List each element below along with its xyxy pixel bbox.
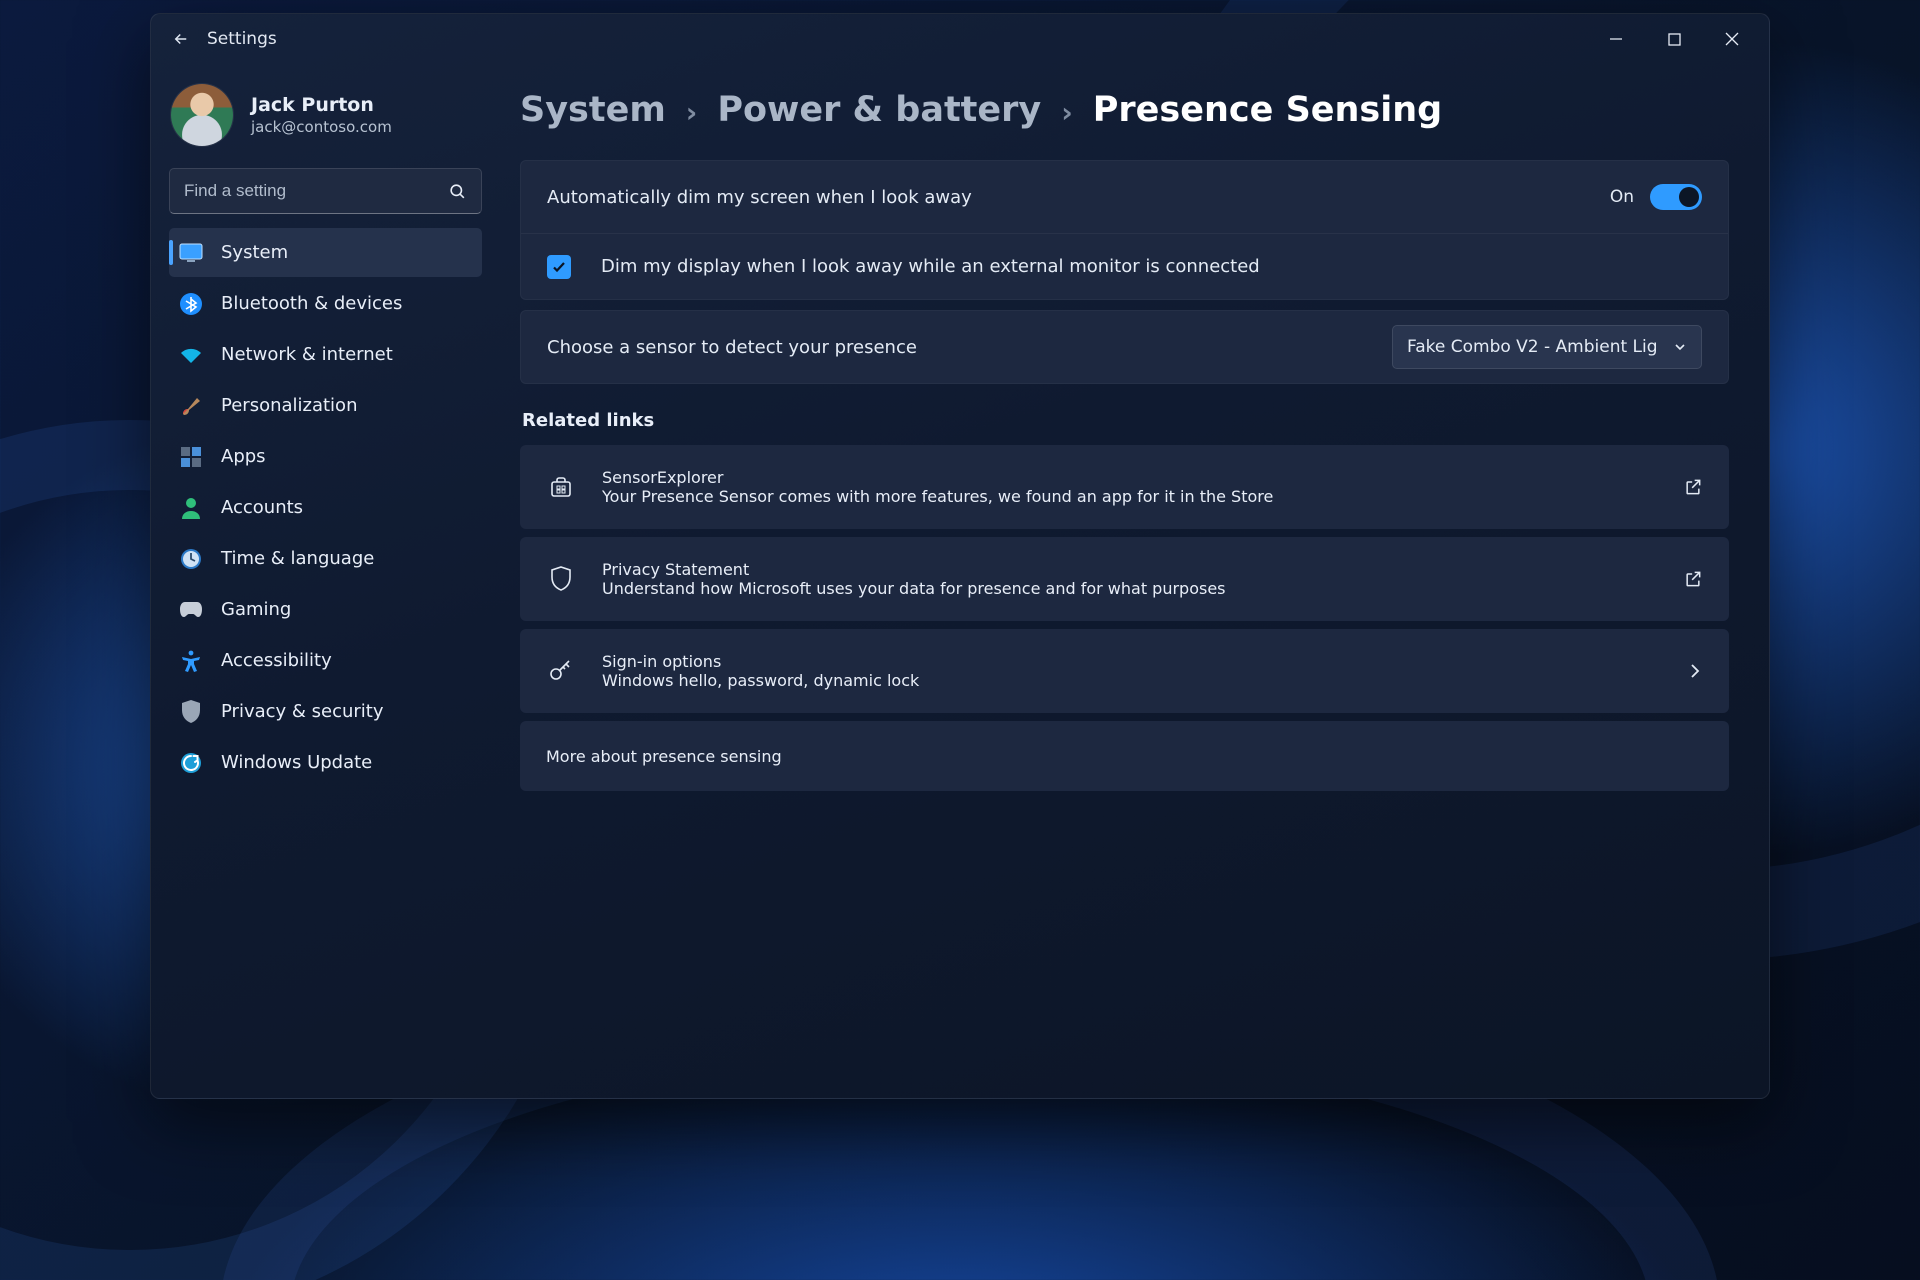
link-more-about[interactable]: More about presence sensing <box>520 721 1729 791</box>
display-icon <box>179 241 203 265</box>
checkbox-dim-external[interactable] <box>547 255 571 279</box>
chevron-down-icon <box>1673 340 1687 354</box>
related-links-heading: Related links <box>522 410 1729 431</box>
store-icon <box>546 475 576 499</box>
wifi-icon <box>179 343 203 367</box>
toggle-state: On <box>1610 187 1634 207</box>
nav-label: Accessibility <box>221 650 332 671</box>
nav-item-time-language[interactable]: Time & language <box>169 534 482 583</box>
link-title: Privacy Statement <box>602 560 1226 579</box>
close-icon <box>1725 32 1739 46</box>
breadcrumb-current: Presence Sensing <box>1093 90 1442 130</box>
main-content: System › Power & battery › Presence Sens… <box>496 64 1769 1098</box>
link-sign-in-options[interactable]: Sign-in options Windows hello, password,… <box>520 629 1729 713</box>
nav-label: Network & internet <box>221 344 393 365</box>
minimize-button[interactable] <box>1587 17 1645 61</box>
nav-item-windows-update[interactable]: Windows Update <box>169 738 482 787</box>
clock-icon <box>179 547 203 571</box>
shield-outline-icon <box>546 566 576 592</box>
brush-icon <box>179 394 203 418</box>
link-desc: Your Presence Sensor comes with more fea… <box>602 487 1273 506</box>
dropdown-value: Fake Combo V2 - Ambient Lig <box>1407 337 1658 357</box>
profile-email: jack@contoso.com <box>251 118 392 136</box>
back-button[interactable] <box>165 23 197 55</box>
titlebar: Settings <box>151 14 1769 64</box>
window-title: Settings <box>207 29 277 49</box>
breadcrumb-power[interactable]: Power & battery <box>717 90 1041 130</box>
setting-label: Choose a sensor to detect your presence <box>547 337 917 358</box>
setting-dim-away: Automatically dim my screen when I look … <box>521 161 1728 233</box>
nav-item-bluetooth[interactable]: Bluetooth & devices <box>169 279 482 328</box>
open-external-icon <box>1683 569 1703 589</box>
nav-label: Accounts <box>221 497 303 518</box>
accessibility-icon <box>179 649 203 673</box>
chevron-right-icon: › <box>1061 96 1073 129</box>
sidebar: Jack Purton jack@contoso.com System Blue… <box>151 64 496 1098</box>
setting-label: Automatically dim my screen when I look … <box>547 187 972 208</box>
toggle-dim-away[interactable] <box>1650 184 1702 210</box>
sensor-dropdown[interactable]: Fake Combo V2 - Ambient Lig <box>1392 325 1702 369</box>
nav-item-personalization[interactable]: Personalization <box>169 381 482 430</box>
apps-icon <box>179 445 203 469</box>
nav-item-gaming[interactable]: Gaming <box>169 585 482 634</box>
search-box[interactable] <box>169 168 482 214</box>
chevron-right-icon <box>1687 663 1703 679</box>
link-desc: Windows hello, password, dynamic lock <box>602 671 919 690</box>
settings-card: Automatically dim my screen when I look … <box>520 160 1729 300</box>
minimize-icon <box>1609 32 1623 46</box>
nav-item-apps[interactable]: Apps <box>169 432 482 481</box>
gamepad-icon <box>179 598 203 622</box>
settings-window: Settings Jack Purton jack@contoso.com <box>150 13 1770 1099</box>
open-external-icon <box>1683 477 1703 497</box>
breadcrumb-system[interactable]: System <box>520 90 666 130</box>
nav-label: Windows Update <box>221 752 372 773</box>
nav-item-network[interactable]: Network & internet <box>169 330 482 379</box>
link-title: Sign-in options <box>602 652 919 671</box>
nav-item-privacy[interactable]: Privacy & security <box>169 687 482 736</box>
close-button[interactable] <box>1703 17 1761 61</box>
link-title: SensorExplorer <box>602 468 1273 487</box>
setting-label: Dim my display when I look away while an… <box>601 256 1260 277</box>
link-title: More about presence sensing <box>546 747 782 766</box>
chevron-right-icon: › <box>686 96 698 129</box>
avatar <box>171 84 233 146</box>
profile-name: Jack Purton <box>251 94 392 116</box>
link-sensorexplorer[interactable]: SensorExplorer Your Presence Sensor come… <box>520 445 1729 529</box>
nav-label: Bluetooth & devices <box>221 293 402 314</box>
person-icon <box>179 496 203 520</box>
bluetooth-icon <box>179 292 203 316</box>
link-desc: Understand how Microsoft uses your data … <box>602 579 1226 598</box>
nav: System Bluetooth & devices Network & int… <box>163 228 488 787</box>
maximize-icon <box>1668 33 1681 46</box>
nav-item-accounts[interactable]: Accounts <box>169 483 482 532</box>
nav-item-system[interactable]: System <box>169 228 482 277</box>
search-icon <box>448 182 467 201</box>
nav-item-accessibility[interactable]: Accessibility <box>169 636 482 685</box>
setting-choose-sensor: Choose a sensor to detect your presence … <box>521 311 1728 383</box>
nav-label: Time & language <box>221 548 374 569</box>
nav-label: Gaming <box>221 599 291 620</box>
breadcrumb: System › Power & battery › Presence Sens… <box>520 90 1729 130</box>
nav-label: Privacy & security <box>221 701 384 722</box>
nav-label: System <box>221 242 288 263</box>
check-icon <box>551 259 567 275</box>
nav-label: Personalization <box>221 395 357 416</box>
arrow-left-icon <box>172 30 190 48</box>
link-privacy-statement[interactable]: Privacy Statement Understand how Microso… <box>520 537 1729 621</box>
update-icon <box>179 751 203 775</box>
sensor-card: Choose a sensor to detect your presence … <box>520 310 1729 384</box>
maximize-button[interactable] <box>1645 17 1703 61</box>
key-icon <box>546 658 576 684</box>
nav-label: Apps <box>221 446 266 467</box>
search-input[interactable] <box>184 181 448 201</box>
setting-dim-external: Dim my display when I look away while an… <box>521 233 1728 299</box>
profile[interactable]: Jack Purton jack@contoso.com <box>163 72 488 164</box>
shield-icon <box>179 700 203 724</box>
